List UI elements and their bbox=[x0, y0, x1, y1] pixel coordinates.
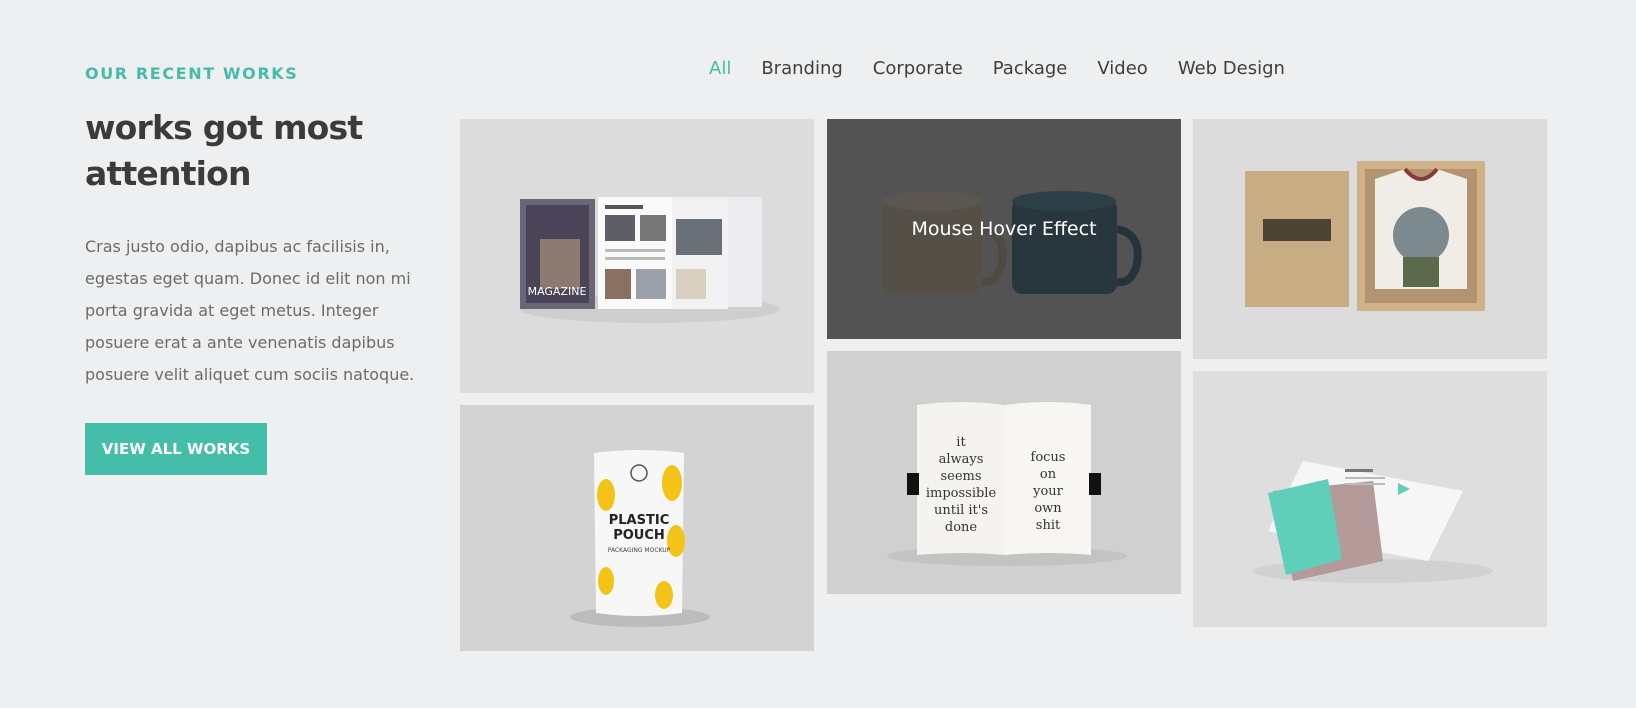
plastic-pouch-mockup-icon: PLASTIC POUCH PACKAGING MOCKUP bbox=[570, 450, 710, 627]
notebook-left-line3: seems bbox=[940, 469, 981, 484]
pouch-title-line1: PLASTIC bbox=[609, 513, 669, 528]
notebook-right-line3: your bbox=[1032, 484, 1064, 499]
magazine-mockup-icon: MAGAZINE bbox=[520, 197, 780, 323]
filter-web-design[interactable]: Web Design bbox=[1178, 58, 1285, 79]
section-heading: works got most attention bbox=[85, 108, 363, 193]
view-all-works-button[interactable]: VIEW ALL WORKS bbox=[85, 423, 267, 475]
pouch-title-line2: POUCH bbox=[613, 528, 665, 543]
notebook-mockup-icon: it always seems impossible until it's do… bbox=[887, 402, 1127, 566]
pouch-subtitle: PACKAGING MOCKUP bbox=[608, 547, 671, 554]
portfolio-item-tshirt-box[interactable] bbox=[1193, 119, 1547, 359]
portfolio-item-stationery[interactable] bbox=[1193, 371, 1547, 627]
portfolio-item-notebook[interactable]: it always seems impossible until it's do… bbox=[827, 351, 1181, 594]
section-eyebrow: OUR RECENT WORKS bbox=[85, 64, 299, 83]
notebook-left-line1: it bbox=[956, 435, 966, 450]
portfolio-filters: All Branding Corporate Package Video Web… bbox=[709, 58, 1285, 79]
notebook-right-line4: own bbox=[1034, 501, 1062, 516]
portfolio-item-pouch[interactable]: PLASTIC POUCH PACKAGING MOCKUP bbox=[460, 405, 814, 651]
hover-overlay[interactable]: Mouse Hover Effect bbox=[827, 119, 1181, 339]
intro-section: OUR RECENT WORKS works got most attentio… bbox=[85, 64, 425, 391]
portfolio-item-mugs[interactable]: Mouse Hover Effect bbox=[827, 119, 1181, 339]
magazine-cover-text: MAGAZINE bbox=[528, 285, 587, 298]
notebook-left-line4: impossible bbox=[926, 486, 997, 501]
notebook-right-line2: on bbox=[1040, 467, 1057, 482]
tshirt-box-mockup-icon bbox=[1245, 161, 1485, 311]
notebook-right-line5: shit bbox=[1036, 518, 1061, 533]
notebook-left-line6: done bbox=[945, 520, 978, 535]
notebook-left-line2: always bbox=[939, 452, 984, 467]
filter-video[interactable]: Video bbox=[1097, 58, 1147, 79]
notebook-right-line1: focus bbox=[1031, 450, 1066, 465]
filter-all[interactable]: All bbox=[709, 58, 731, 79]
filter-corporate[interactable]: Corporate bbox=[873, 58, 963, 79]
section-description: Cras justo odio, dapibus ac facilisis in… bbox=[85, 237, 415, 384]
notebook-left-line5: until it's bbox=[934, 503, 988, 518]
hover-overlay-label: Mouse Hover Effect bbox=[911, 218, 1097, 240]
filter-package[interactable]: Package bbox=[993, 58, 1068, 79]
filter-branding[interactable]: Branding bbox=[761, 58, 842, 79]
portfolio-item-magazine[interactable]: MAGAZINE bbox=[460, 119, 814, 393]
stationery-mockup-icon bbox=[1253, 461, 1493, 583]
